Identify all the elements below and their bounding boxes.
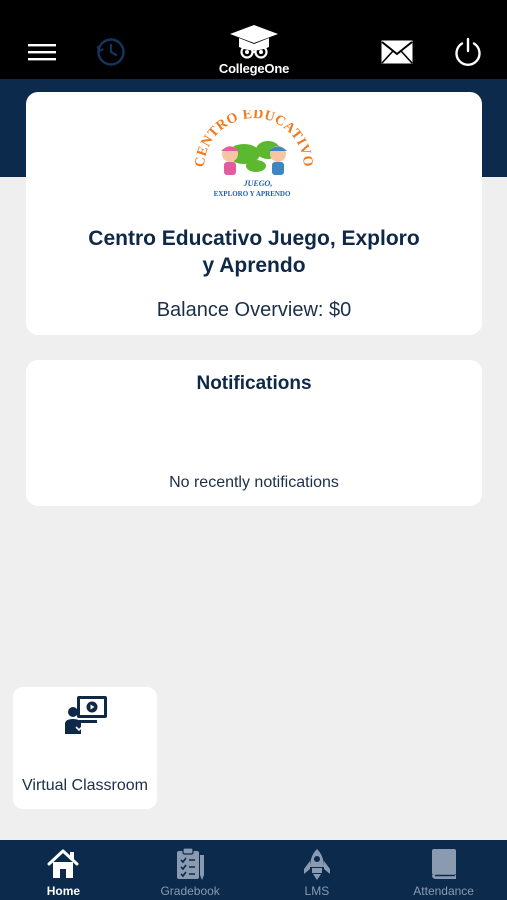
svg-text:EXPLORO Y APRENDO: EXPLORO Y APRENDO (214, 190, 291, 198)
brand-name: CollegeOne (218, 61, 290, 76)
messages-button[interactable] (380, 38, 414, 66)
menu-icon (28, 44, 56, 61)
notifications-card: Notifications No recently notifications (26, 360, 482, 506)
tab-attendance-label: Attendance (413, 884, 474, 898)
tab-home-label: Home (46, 884, 81, 898)
virtual-classroom-label: Virtual Classroom (22, 777, 148, 794)
school-name: Centro Educativo Juego, Exploro y Aprend… (66, 225, 442, 279)
virtual-classroom-button[interactable]: Virtual Classroom (13, 687, 157, 809)
rocket-icon (303, 849, 330, 880)
tab-lms-label: LMS (304, 884, 330, 898)
bottom-tab-bar: Home Gradebook LMS Attendance (0, 840, 507, 900)
home-icon (47, 849, 79, 878)
notifications-empty-text: No recently notifications (169, 474, 339, 491)
school-logo: CENTRO EDUCATIVO JUEGO, EXPLORO Y APREND… (194, 110, 314, 198)
svg-text:JUEGO,: JUEGO, (243, 179, 273, 188)
tab-gradebook[interactable]: Gradebook (127, 840, 254, 900)
virtual-classroom-icon (65, 696, 107, 734)
power-icon (455, 37, 481, 67)
menu-button[interactable] (26, 40, 58, 64)
mail-icon (381, 40, 413, 64)
balance-overview[interactable]: Balance Overview: $0 (26, 299, 482, 322)
graduation-owl-logo-icon (230, 25, 278, 59)
gradebook-icon (177, 847, 205, 880)
history-button[interactable] (95, 36, 127, 68)
clock-icon (97, 38, 125, 66)
notifications-title: Notifications (196, 373, 312, 394)
app-brand: CollegeOne (204, 24, 304, 80)
school-name-line1: Centro Educativo Juego, Exploro (88, 227, 420, 250)
school-card[interactable]: CENTRO EDUCATIVO JUEGO, EXPLORO Y APREND… (26, 92, 482, 335)
school-name-line2: y Aprendo (202, 254, 306, 277)
tab-attendance[interactable]: Attendance (380, 840, 507, 900)
tab-lms[interactable]: LMS (254, 840, 381, 900)
tab-home[interactable]: Home (0, 840, 127, 900)
logout-button[interactable] (452, 36, 484, 68)
tab-gradebook-label: Gradebook (160, 884, 220, 898)
book-icon (431, 849, 456, 879)
